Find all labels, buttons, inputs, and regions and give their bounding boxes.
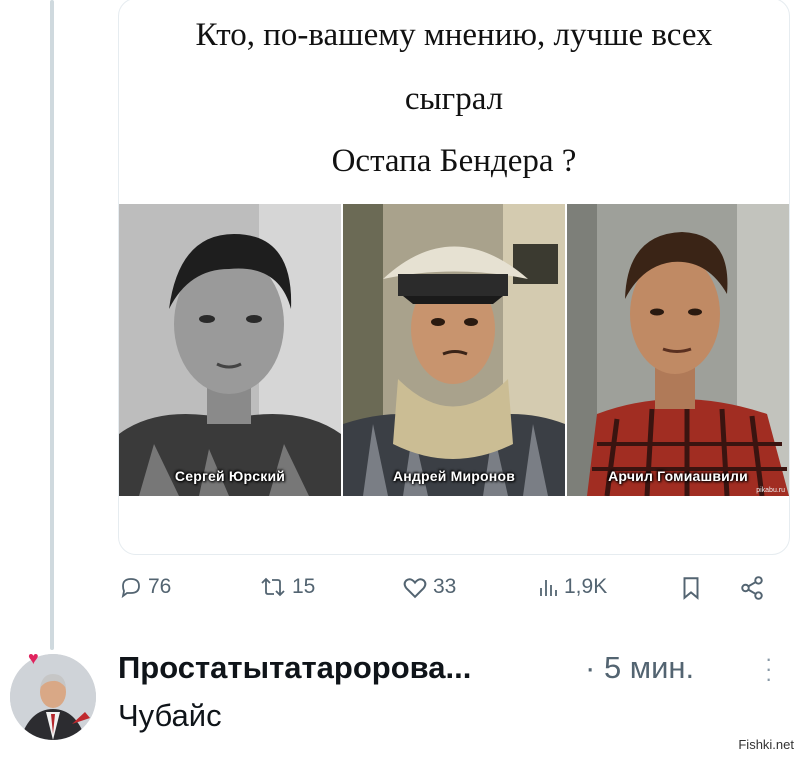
bookmark-icon	[683, 577, 699, 600]
caption-line-3: Остапа Бендера ?	[331, 143, 577, 179]
photo-source-watermark: pikabu.ru	[756, 487, 785, 494]
like-count: 33	[433, 575, 457, 598]
photo-gomiashvili: Арчил Гомиашвили pikabu.ru	[565, 204, 789, 496]
repost-action[interactable]: 15	[258, 575, 315, 599]
share-action[interactable]	[738, 575, 766, 601]
photo-label-gomiashvili: Арчил Гомиашвили	[608, 468, 748, 484]
separator-dot: ·	[585, 650, 596, 685]
heart-icon	[403, 578, 427, 599]
reply-count: 76	[148, 575, 172, 598]
media-card[interactable]: Кто, по-вашему мнению, лучше всех сыграл…	[118, 0, 790, 555]
caption-line-1: Кто, по-вашему мнению, лучше всех	[195, 17, 713, 53]
action-bar: 76 15 33 1,9K	[118, 575, 778, 615]
heart-badge-icon: ♥	[28, 648, 39, 668]
more-options-icon[interactable]: · · ·	[765, 648, 772, 690]
reply-timestamp: · 5 мин.	[585, 650, 694, 686]
repost-count: 15	[292, 575, 316, 598]
avatar[interactable]	[10, 654, 96, 740]
reply-text: Чубайс	[118, 698, 222, 733]
share-icon	[741, 576, 763, 600]
photo-label-yursky: Сергей Юрский	[174, 468, 286, 484]
reply-icon	[121, 578, 140, 599]
photo-yursky: Сергей Юрский	[119, 204, 341, 496]
photo-label-mironov: Андрей Миронов	[392, 468, 516, 484]
reply-action[interactable]: 76	[118, 575, 171, 599]
photo-collage[interactable]: Сергей Юрский Андрей Миронов Арчил Гомиа…	[119, 204, 789, 496]
like-action[interactable]: 33	[401, 575, 456, 599]
repost-icon	[261, 577, 285, 597]
reply-post[interactable]: ♥ Простатытатаророва... · 5 мин. · · · Чуб…	[0, 640, 800, 760]
reply-author-name[interactable]: Простатытатаророва...	[118, 650, 471, 686]
views-action[interactable]: 1,9K	[536, 575, 607, 599]
views-count: 1,9K	[564, 575, 608, 598]
caption-line-2: сыграл	[404, 81, 504, 117]
photo-mironov: Андрей Миронов	[341, 204, 565, 496]
bookmark-action[interactable]	[680, 575, 702, 601]
reply-time: 5 мин.	[603, 650, 695, 685]
views-icon	[540, 580, 557, 596]
thread-connector-line	[50, 0, 54, 650]
site-watermark: Fishki.net	[738, 737, 794, 752]
